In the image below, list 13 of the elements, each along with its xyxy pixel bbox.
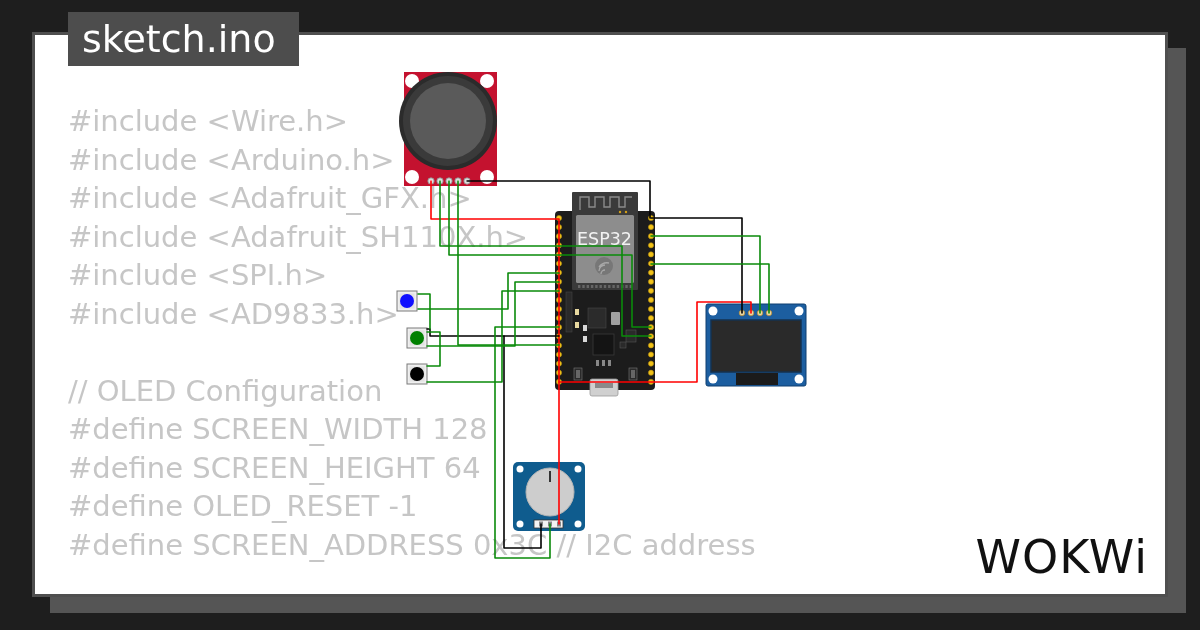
code-line: #define OLED_RESET -1 (68, 488, 418, 525)
potentiometer-module (513, 462, 585, 531)
code-line: #include <AD9833.h> (68, 295, 399, 333)
wave-logo-icon (595, 257, 613, 275)
code-line: #include <Wire.h> (68, 103, 348, 140)
code-line: // OLED Configuration (68, 372, 383, 410)
code-line: #define SCREEN_WIDTH 128 (68, 411, 488, 448)
file-tab[interactable]: sketch.ino (68, 12, 299, 66)
code-line: #include <SPI.h> (68, 257, 328, 294)
code-line: #define SCREEN_HEIGHT 64 (68, 449, 481, 487)
code-line: #include <Arduino.h> (68, 141, 395, 179)
chip-label: ESP32 (577, 229, 632, 249)
logo-wordmark: WOKWi (975, 534, 1148, 580)
